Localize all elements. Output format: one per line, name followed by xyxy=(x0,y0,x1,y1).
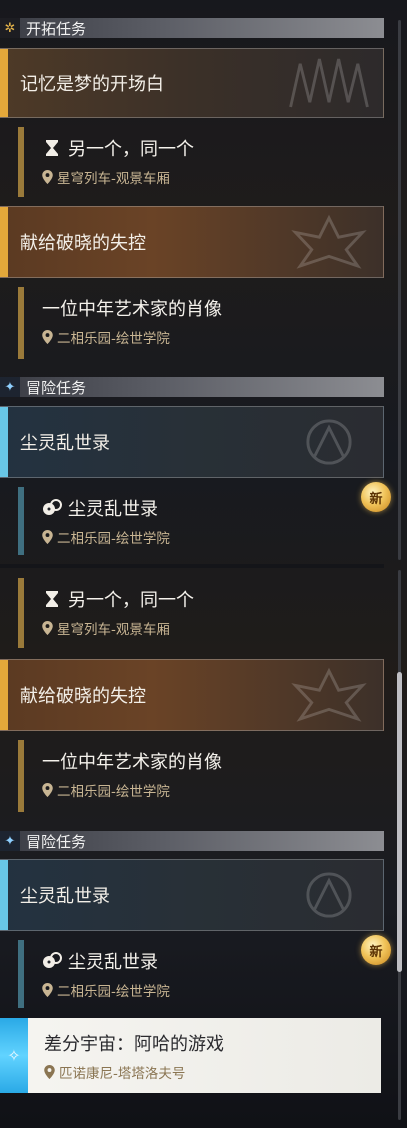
emblem-icon xyxy=(306,872,352,918)
section-title: 开拓任务 xyxy=(26,19,87,38)
mission-sub-dust[interactable]: 尘灵乱世录 二相乐园-绘世学院 xyxy=(18,487,384,555)
mission-title: 献给破晓的失控 xyxy=(20,233,146,254)
accent-bar xyxy=(0,207,8,277)
location-pin-icon xyxy=(42,330,53,344)
mission-title: 记忆是梦的开场白 xyxy=(20,74,164,95)
emblem-icon xyxy=(291,667,367,722)
sub-title: 另一个，同一个 xyxy=(68,590,194,611)
mission-card-memory[interactable]: 记忆是梦的开场白 xyxy=(0,48,384,118)
emblem-icon xyxy=(291,214,367,269)
mission-card-dawn[interactable]: 献给破晓的失控 xyxy=(0,206,384,278)
sub-accent-bar xyxy=(18,940,24,1008)
accent-bar xyxy=(0,660,8,730)
dice-icon xyxy=(43,499,62,515)
sub-title: 一位中年艺术家的肖像 xyxy=(42,299,222,320)
section-header-trailblaze: ✲ 开拓任务 xyxy=(0,18,384,38)
new-badge: 新 xyxy=(361,482,391,512)
mission-sub-one-same[interactable]: 另一个，同一个 星穹列车-观景车厢 xyxy=(18,127,384,197)
sub-location: 星穹列车-观景车厢 xyxy=(57,171,170,187)
mission-sub-portrait[interactable]: 一位中年艺术家的肖像 二相乐园-绘世学院 xyxy=(18,287,384,359)
sub-accent-bar xyxy=(18,578,24,648)
sub-location: 二相乐园-绘世学院 xyxy=(57,784,170,800)
scrollbar-thumb[interactable] xyxy=(397,672,402,972)
sub-title: 尘灵乱世录 xyxy=(68,952,158,973)
mission-title: 献给破晓的失控 xyxy=(20,686,146,707)
location-pin-icon xyxy=(42,621,53,635)
mission-card-dust-2[interactable]: 尘灵乱世录 xyxy=(0,859,384,931)
sub-title: 另一个，同一个 xyxy=(68,139,194,160)
sub-accent-bar xyxy=(18,287,24,359)
adventure-section-icon: ✧ xyxy=(0,1018,28,1093)
sub-accent-bar xyxy=(18,740,24,812)
mission-title: 差分宇宙：阿哈的游戏 xyxy=(44,1034,224,1055)
location-pin-icon xyxy=(42,783,53,797)
sub-accent-bar xyxy=(18,127,24,197)
trailblaze-section-icon: ✲ xyxy=(0,18,20,38)
emblem-icon xyxy=(306,419,352,465)
sub-location: 二相乐园-绘世学院 xyxy=(57,331,170,347)
sub-location: 二相乐园-绘世学院 xyxy=(57,531,170,547)
panel-divider xyxy=(0,564,384,568)
mission-card-dawn-2[interactable]: 献给破晓的失控 xyxy=(0,659,384,731)
sub-location: 匹诺康尼-塔塔洛夫号 xyxy=(59,1066,186,1082)
adventure-section-icon: ✦ xyxy=(0,377,20,397)
mission-title: 尘灵乱世录 xyxy=(20,886,110,907)
mission-card-diff-universe-selected[interactable]: ✧ 差分宇宙：阿哈的游戏 匹诺康尼-塔塔洛夫号 xyxy=(0,1018,381,1093)
location-pin-icon xyxy=(42,170,53,184)
sub-title: 尘灵乱世录 xyxy=(68,499,158,520)
mission-sub-dust-2[interactable]: 尘灵乱世录 二相乐园-绘世学院 xyxy=(18,940,384,1008)
hourglass-icon xyxy=(46,140,58,156)
adventure-section-icon: ✦ xyxy=(0,831,20,851)
location-pin-icon xyxy=(42,983,53,997)
sub-title: 一位中年艺术家的肖像 xyxy=(42,752,222,773)
section-title: 冒险任务 xyxy=(26,832,87,851)
accent-bar xyxy=(0,860,8,930)
sub-accent-bar xyxy=(18,487,24,555)
section-header-adventure: ✦ 冒险任务 xyxy=(0,377,384,397)
sub-location: 星穹列车-观景车厢 xyxy=(57,622,170,638)
sub-location: 二相乐园-绘世学院 xyxy=(57,984,170,1000)
location-pin-icon xyxy=(42,530,53,544)
hourglass-icon xyxy=(46,591,58,607)
accent-bar xyxy=(0,49,8,117)
mission-card-dust[interactable]: 尘灵乱世录 xyxy=(0,406,384,478)
emblem-icon xyxy=(289,58,369,108)
section-title: 冒险任务 xyxy=(26,378,87,397)
new-badge: 新 xyxy=(361,935,391,965)
accent-bar xyxy=(0,407,8,477)
location-pin-icon xyxy=(44,1065,55,1079)
mission-sub-one-same-2[interactable]: 另一个，同一个 星穹列车-观景车厢 xyxy=(18,578,384,648)
mission-sub-portrait-2[interactable]: 一位中年艺术家的肖像 二相乐园-绘世学院 xyxy=(18,740,384,812)
section-header-adventure-2: ✦ 冒险任务 xyxy=(0,831,384,851)
mission-title: 尘灵乱世录 xyxy=(20,433,110,454)
scrollbar-track[interactable] xyxy=(398,20,401,560)
dice-icon xyxy=(43,952,62,968)
